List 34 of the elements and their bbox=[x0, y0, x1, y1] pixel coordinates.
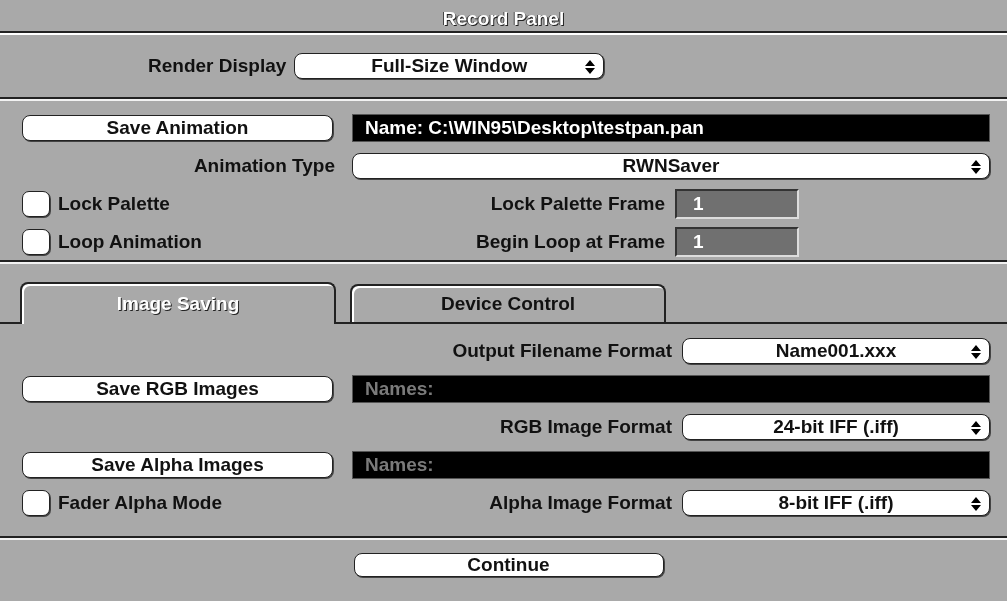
frame-label: Begin Loop at Frame bbox=[475, 231, 665, 253]
names-field[interactable]: Names: bbox=[352, 375, 990, 403]
save-animation-button[interactable]: Save Animation bbox=[22, 115, 333, 141]
name-field[interactable]: Name: C:\WIN95\Desktop\testpan.pan bbox=[352, 114, 990, 142]
names-field[interactable]: Names: bbox=[352, 451, 990, 479]
checkbox-label: Loop Animation bbox=[58, 231, 202, 253]
up-down-arrow-icon bbox=[971, 160, 981, 174]
format-label: RGB Image Format bbox=[498, 416, 672, 438]
up-down-arrow-icon bbox=[971, 345, 981, 359]
up-down-arrow-icon bbox=[971, 421, 981, 435]
checkbox-label: Fader Alpha Mode bbox=[58, 492, 222, 514]
animation-type-label: Animation Type bbox=[193, 155, 335, 177]
format-label: Output Filename Format bbox=[451, 340, 672, 362]
checkbox[interactable] bbox=[22, 229, 50, 255]
up-down-arrow-icon bbox=[585, 60, 596, 74]
checkbox-label: Lock Palette bbox=[58, 193, 170, 215]
format-dropdown[interactable]: Name001.xxx bbox=[682, 338, 990, 364]
render-display-label: Render Display bbox=[148, 55, 287, 77]
checkbox[interactable] bbox=[22, 191, 50, 217]
animation-type-dropdown[interactable]: RWNSaver bbox=[352, 153, 990, 179]
frame-number-field[interactable]: 1 bbox=[675, 189, 799, 219]
save-images-button[interactable]: Save Alpha Images bbox=[22, 452, 333, 478]
render-display-dropdown[interactable]: Full-Size Window bbox=[294, 53, 605, 79]
format-dropdown[interactable]: 8-bit IFF (.iff) bbox=[682, 490, 990, 516]
frame-number-field[interactable]: 1 bbox=[675, 227, 799, 257]
up-down-arrow-icon bbox=[971, 497, 981, 511]
format-dropdown[interactable]: 24-bit IFF (.iff) bbox=[682, 414, 990, 440]
frame-label: Lock Palette Frame bbox=[489, 193, 665, 215]
save-images-button[interactable]: Save RGB Images bbox=[22, 376, 333, 402]
format-label: Alpha Image Format bbox=[488, 492, 672, 514]
checkbox[interactable] bbox=[22, 490, 50, 516]
tab[interactable]: Device Control bbox=[350, 284, 666, 322]
continue-button[interactable]: Continue bbox=[353, 553, 664, 577]
window-title: Record Panel bbox=[442, 7, 565, 30]
